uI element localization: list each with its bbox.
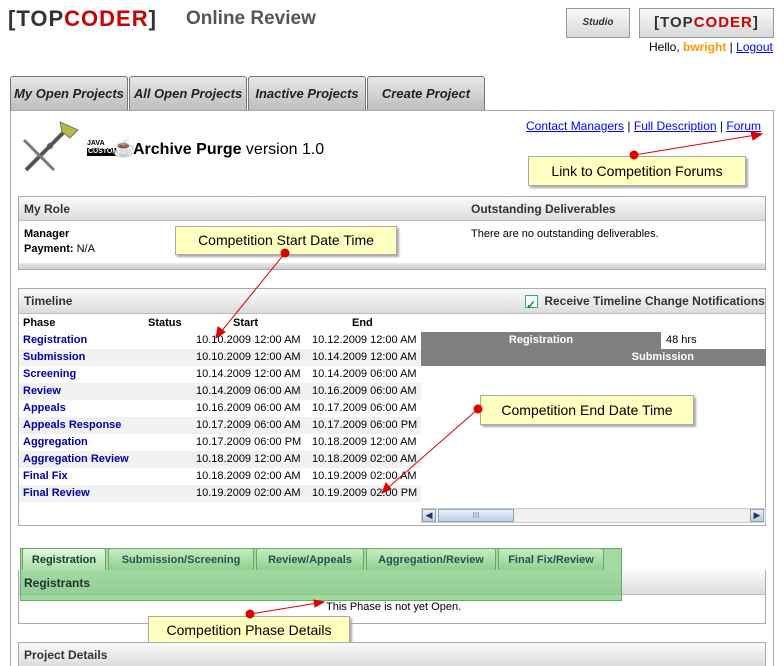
user-greeting: Hello, bwright | Logout [649,40,773,54]
scroll-thumb[interactable]: III [438,509,514,522]
col-status: Status [148,317,182,329]
phase-tab-submission-screening[interactable]: Submission/Screening [108,548,254,570]
gantt-bar-registration: Registration [421,332,661,349]
phase-status-message: This Phase is not yet Open. [326,601,462,613]
contact-managers-link[interactable]: Contact Managers [526,119,624,133]
notification-label: Receive Timeline Change Notifications [544,294,765,308]
timeline-table: Registration 10.10.2009 12:00 AM 10.12.200… [19,332,421,502]
phase-tab-aggregation-review[interactable]: Aggregation/Review [366,548,496,570]
callout-start: Competition Start Date Time [175,226,397,255]
username: bwright [683,40,727,54]
col-start: Start [233,317,259,329]
table-row: Registration 10.10.2009 12:00 AM 10.12.200… [23,334,417,346]
project-name: Archive Purge version 1.0 [133,141,325,158]
timeline-title: Timeline [24,294,73,308]
main-tabs: My Open Projects All Open Projects Inact… [10,76,486,110]
payment: Payment: N/A [24,243,95,255]
forum-link[interactable]: Forum [726,119,761,133]
project-links: Contact Managers | Full Description | Fo… [526,119,762,133]
table-row: Aggregation Review 10.18.2009 12:00 AM 10.… [19,451,421,468]
scroll-left-button[interactable]: ◀ [422,509,436,522]
my-role-title: My Role [24,202,71,216]
table-row: Final Fix 10.18.2009 02:00 AM 10.19.2009 0… [23,470,417,482]
table-row: Appeals 10.16.2009 06:00 AM 10.17.2009 06:… [23,402,417,414]
table-row: Appeals Response 10.17.2009 06:00 AM 10.17… [19,417,421,434]
callout-forum: Link to Competition Forums [528,156,746,186]
app-title: Online Review [186,8,316,29]
project-version: version 1.0 [241,141,325,158]
phase-tab-registration[interactable]: Registration [22,548,106,570]
tab-all-open-projects[interactable]: All Open Projects [129,76,247,110]
registrants-title: Registrants [24,576,91,590]
outstanding-deliverables-title: Outstanding Deliverables [471,202,616,216]
tab-create-project[interactable]: Create Project [367,76,485,110]
project-category-icon [22,121,79,172]
table-row: Screening 10.14.2009 12:00 AM 10.14.2009 0… [23,368,417,380]
deliverables-text: There are no outstanding deliverables. [471,228,659,240]
project-details-title: Project Details [19,643,765,666]
gantt-duration: 48 hrs [666,334,697,346]
phase-tab-review-appeals[interactable]: Review/Appeals [256,548,364,570]
role-name: Manager [24,228,70,240]
topcoder-logo: [TOPCODER] [8,6,157,31]
table-row: Final Review 10.19.2009 02:00 AM 10.19.200… [19,485,421,502]
tab-inactive-projects[interactable]: Inactive Projects [248,76,366,110]
col-phase: Phase [23,317,56,329]
callout-end: Competition End Date Time [480,395,694,425]
gantt-bar-submission: Submission [421,349,766,366]
col-end: End [352,317,373,329]
table-row: Review 10.14.2009 06:00 AM 10.16.2009 06:0… [19,383,421,400]
logout-link[interactable]: Logout [736,40,773,54]
table-row: Submission 10.10.2009 12:00 AM 10.14.2009 … [19,349,421,366]
table-row: Aggregation 10.17.2009 06:00 PM 10.18.2009… [23,436,417,448]
topcoder-button[interactable]: [TOPCODER] [639,8,774,38]
scroll-right-button[interactable]: ▶ [750,509,764,522]
callout-phase: Competition Phase Details [148,616,350,645]
studio-button[interactable]: Studio [566,8,630,38]
project-details-panel: Project Details [18,642,766,666]
full-description-link[interactable]: Full Description [634,119,717,133]
tab-my-open-projects[interactable]: My Open Projects [10,76,128,110]
notification-checkbox[interactable] [525,293,538,318]
phase-tab-final-fix-review[interactable]: Final Fix/Review [498,548,604,570]
